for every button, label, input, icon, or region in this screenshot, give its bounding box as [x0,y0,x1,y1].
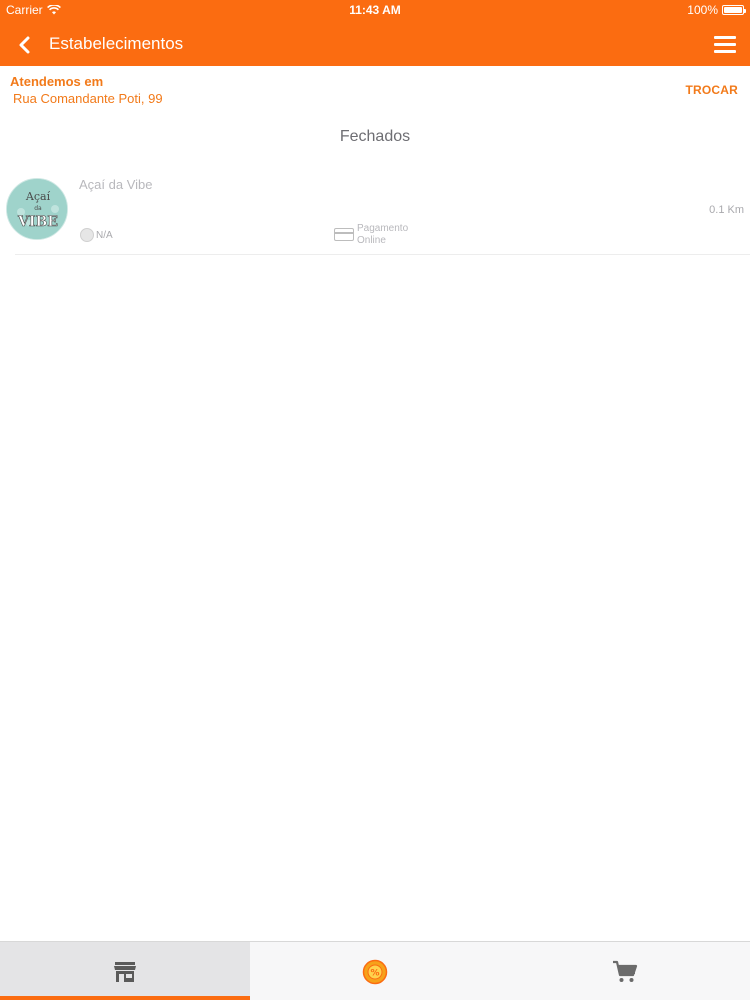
svg-text:%: % [370,968,379,978]
bottom-tab-bar: % [0,941,750,1000]
tab-promotions[interactable]: % [250,942,500,1000]
store-name: Açaí da Vibe [79,177,153,192]
menu-line [714,43,736,46]
delivery-address: Atendemos em Rua Comandante Poti, 99 TRO… [0,66,750,114]
promotion-badge-icon: % [362,959,388,984]
battery-fill [724,7,742,13]
store-logo: Açaí da VIBE [6,178,68,240]
nav-bar: Estabelecimentos [0,22,750,66]
store-list-item[interactable]: Açaí da VIBE Açaí da Vibe 0.1 Km N/A Pag… [0,170,750,255]
rating-coin-icon [80,228,94,242]
cart-icon [613,960,638,982]
logo-text-line1: Açaí [25,190,51,203]
hamburger-menu-icon[interactable] [714,36,736,54]
logo-text-line2: da [34,205,42,212]
page-title: Estabelecimentos [49,34,184,53]
tab-stores[interactable] [0,942,250,1000]
store-distance: 0.1 Km [709,204,744,216]
active-tab-indicator [0,996,250,1000]
section-title-closed: Fechados [339,128,411,145]
store-rating: N/A [80,228,113,242]
clock: 11:43 AM [349,3,401,17]
store-logo-art: Açaí da VIBE [7,179,67,239]
chevron-left-icon[interactable] [14,34,36,56]
address-street: Rua Comandante Poti, 99 [13,91,163,106]
change-address-button[interactable]: TROCAR [685,83,738,97]
payment-label: Pagamento Online [357,223,409,246]
battery-group: 100% [687,3,746,17]
menu-line [714,50,736,53]
row-divider [15,254,750,255]
store-payment: Pagamento Online [334,223,427,247]
tab-cart[interactable] [500,942,750,1000]
top-header: Carrier 11:43 AM 100% Estabelecimentos [0,0,750,66]
status-bar: Carrier 11:43 AM 100% [0,0,750,20]
logo-text-line3: VIBE [17,214,58,230]
battery-percent: 100% [687,3,718,17]
battery-icon [722,5,746,15]
store-icon [114,961,136,982]
rating-value: N/A [96,229,113,241]
menu-line [714,36,736,39]
address-label: Atendemos em [10,74,104,89]
credit-card-icon [334,228,354,241]
